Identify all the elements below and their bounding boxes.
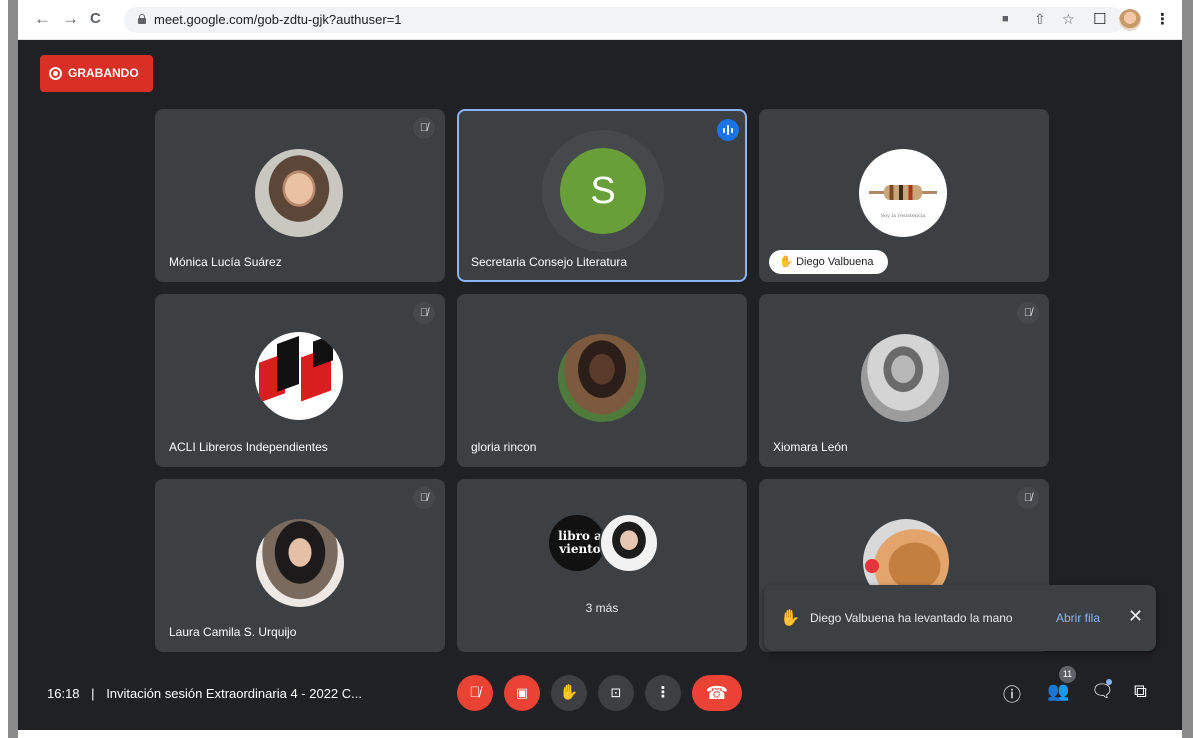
participant-name: Diego Valbuena: [796, 256, 874, 268]
menu-icon[interactable]: ⋮: [1155, 10, 1170, 28]
raise-hand-button[interactable]: ✋: [551, 675, 587, 711]
avatar: libro a viento: [547, 513, 607, 573]
open-queue-link[interactable]: Abrir fila: [1056, 611, 1100, 625]
raised-hand-chip: ✋ Diego Valbuena: [769, 250, 888, 274]
tab-icon[interactable]: ☐: [1093, 10, 1106, 28]
hand-icon: ✋: [780, 610, 800, 627]
camera-off-button[interactable]: ▣: [504, 675, 540, 711]
meeting-time: 16:18: [47, 686, 80, 701]
mic-off-icon: 🎙̸: [1017, 487, 1039, 509]
avatar-initial: S: [560, 148, 646, 234]
speaking-icon: [717, 119, 739, 141]
hang-up-icon: ☎: [705, 683, 729, 703]
participant-tile[interactable]: 🎙̸ Mónica Lucía Suárez: [155, 109, 445, 282]
address-bar[interactable]: meet.google.com/gob-zdtu-gjk?authuser=1 …: [124, 7, 1124, 33]
hand-raised-notification: ✋ Diego Valbuena ha levantado la mano Ab…: [764, 585, 1156, 651]
mic-off-icon: 🎙̸: [1017, 302, 1039, 324]
camera-icon[interactable]: ■: [1002, 13, 1009, 25]
share-icon[interactable]: ⇧: [1034, 11, 1046, 28]
participant-name: Laura Camila S. Urquijo: [169, 625, 297, 639]
participant-tile[interactable]: gloria rincon: [457, 294, 747, 467]
hand-icon: ✋: [779, 256, 793, 268]
close-icon[interactable]: ✕: [1128, 606, 1143, 627]
participants-count-badge: 11: [1059, 666, 1076, 683]
leave-call-button[interactable]: ☎: [692, 675, 742, 711]
more-vert-icon: ⋮: [655, 684, 671, 701]
mic-off-icon: 🎙̸: [413, 117, 435, 139]
lock-icon[interactable]: [138, 14, 146, 24]
mic-off-icon: 🎙̸: [413, 302, 435, 324]
participant-tile[interactable]: Soy la resistencia ✋ Diego Valbuena: [759, 109, 1049, 282]
participant-tile[interactable]: 🎙̸ ACLI Libreros Independientes: [155, 294, 445, 467]
hand-icon: ✋: [559, 684, 579, 701]
camera-off-icon: ▣: [515, 685, 529, 700]
participant-tile-active-speaker[interactable]: S Secretaria Consejo Literatura: [457, 109, 747, 282]
participant-name: Xiomara León: [773, 440, 848, 454]
avatar: [558, 334, 646, 422]
meeting-title: Invitación sesión Extraordinaria 4 - 202…: [106, 686, 362, 701]
present-icon: ⊡: [610, 685, 622, 700]
avatar: [256, 519, 344, 607]
forward-icon[interactable]: →: [62, 9, 79, 29]
window: ← → C meet.google.com/gob-zdtu-gjk?authu…: [0, 0, 1193, 738]
participant-tile[interactable]: 🎙̸ Laura Camila S. Urquijo: [155, 479, 445, 652]
avatar: [255, 332, 343, 420]
back-icon[interactable]: ←: [34, 9, 51, 29]
browser-toolbar: ← → C meet.google.com/gob-zdtu-gjk?authu…: [18, 0, 1182, 40]
participant-name: gloria rincon: [471, 440, 537, 454]
avatar: Soy la resistencia: [859, 149, 947, 237]
mic-off-icon: 🎙̸: [469, 684, 481, 701]
record-icon: [49, 67, 62, 80]
star-icon[interactable]: ☆: [1062, 11, 1075, 28]
participant-name: Secretaria Consejo Literatura: [471, 255, 628, 269]
recording-badge: GRABANDO: [40, 55, 153, 92]
profile-icon[interactable]: [1119, 9, 1141, 31]
present-button[interactable]: ⊡: [598, 675, 634, 711]
left-border: [8, 0, 18, 738]
more-participants-tile[interactable]: libro a viento 3 más: [457, 479, 747, 652]
people-icon[interactable]: 👥: [1047, 681, 1069, 702]
notification-text: Diego Valbuena ha levantado la mano: [810, 611, 1013, 625]
heart-icon: [865, 559, 879, 573]
info-icon[interactable]: ⓘ: [1003, 681, 1021, 707]
mic-off-button[interactable]: 🎙̸: [457, 675, 493, 711]
image-caption: Soy la resistencia: [880, 213, 926, 219]
avatar: [599, 513, 659, 573]
participant-name: ACLI Libreros Independientes: [169, 440, 328, 454]
recording-label: GRABANDO: [68, 66, 139, 80]
meet-stage: GRABANDO 🎙̸ Mónica Lucía Suárez S Secret…: [18, 40, 1182, 730]
participant-name: Mónica Lucía Suárez: [169, 255, 282, 269]
url-text[interactable]: meet.google.com/gob-zdtu-gjk?authuser=1: [154, 12, 402, 27]
more-options-button[interactable]: ⋮: [645, 675, 681, 711]
mini-avatar-text: libro a viento: [558, 529, 602, 556]
activities-icon[interactable]: ⧉: [1134, 681, 1147, 702]
more-participants-label: 3 más: [585, 601, 619, 615]
right-border: [1182, 0, 1193, 738]
reload-icon[interactable]: C: [90, 9, 101, 29]
mic-off-icon: 🎙̸: [413, 487, 435, 509]
avatar: [861, 334, 949, 422]
chat-notification-dot: [1106, 679, 1112, 685]
participant-tile[interactable]: 🎙̸ Xiomara León: [759, 294, 1049, 467]
meeting-details: 16:18 | Invitación sesión Extraordinaria…: [47, 686, 362, 701]
separator: |: [91, 686, 95, 701]
avatar: [255, 149, 343, 237]
